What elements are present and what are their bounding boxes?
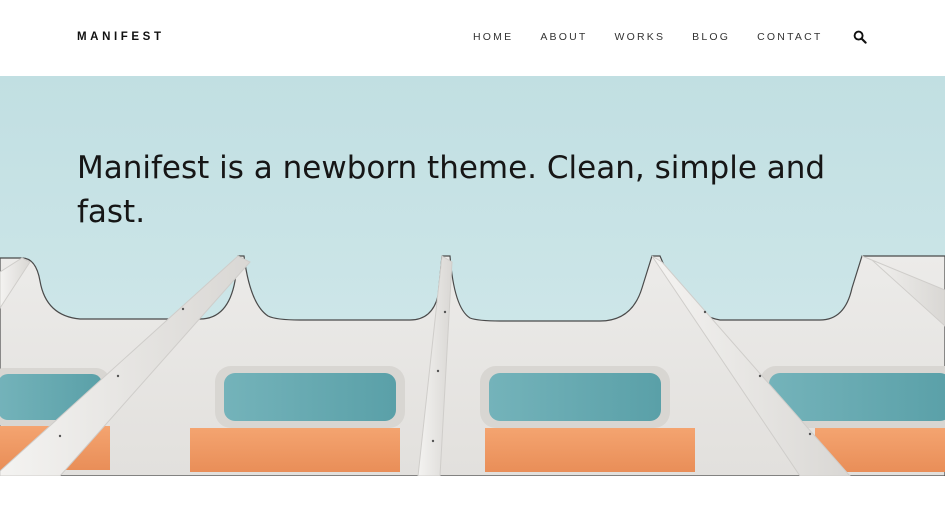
site-logo[interactable]: MANIFEST [77, 31, 165, 43]
hero-title: Manifest is a newborn theme. Clean, simp… [77, 150, 826, 230]
site-header: MANIFEST HOME ABOUT WORKS BLOG CONTACT [0, 0, 945, 76]
search-icon[interactable] [853, 30, 867, 44]
nav-item-about[interactable]: ABOUT [540, 30, 587, 44]
nav-item-contact[interactable]: CONTACT [757, 30, 822, 44]
building-facade-image [0, 76, 945, 476]
main-nav: HOME ABOUT WORKS BLOG CONTACT [473, 30, 867, 44]
hero-section: Manifest is a newborn theme. Clean, simp… [0, 76, 945, 476]
nav-item-blog[interactable]: BLOG [692, 30, 730, 44]
nav-item-home[interactable]: HOME [473, 30, 513, 44]
nav-item-works[interactable]: WORKS [614, 30, 665, 44]
page-bottom-space [0, 476, 945, 531]
